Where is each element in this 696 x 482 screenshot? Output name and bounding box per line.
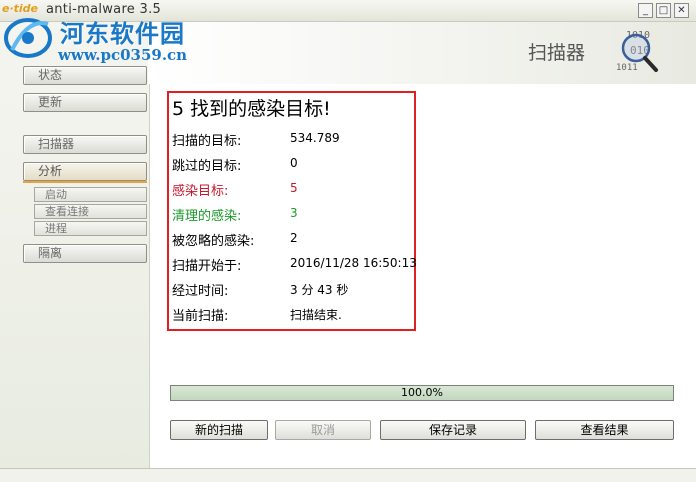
- infected-targets-value: 5: [290, 181, 298, 195]
- cancel-button[interactable]: 取消: [275, 420, 371, 440]
- progress-text: 100.0%: [401, 386, 443, 399]
- view-results-button[interactable]: 查看结果: [535, 420, 674, 440]
- results-heading: 5 找到的感染目标!: [172, 98, 331, 120]
- new-scan-button[interactable]: 新的扫描: [170, 420, 268, 440]
- sidebar-subitem-startup[interactable]: 启动: [34, 187, 147, 202]
- maximize-icon[interactable]: □: [656, 3, 671, 18]
- scan-start-label: 扫描开始于:: [172, 259, 242, 274]
- close-icon[interactable]: ✕: [674, 3, 689, 18]
- page-title: 扫描器: [528, 42, 586, 64]
- status-bar: [0, 468, 696, 482]
- elapsed-time-value: 3 分 43 秒: [290, 283, 349, 297]
- scan-start-value: 2016/11/28 16:50:13: [290, 256, 417, 270]
- current-scan-label: 当前扫描:: [172, 309, 229, 324]
- skipped-targets-value: 0: [290, 156, 298, 170]
- sidebar-item-quarantine[interactable]: 隔离: [23, 244, 147, 263]
- elapsed-time-label: 经过时间:: [172, 284, 229, 299]
- cleaned-infections-label: 清理的感染:: [172, 209, 242, 224]
- svg-text:1011: 1011: [616, 63, 638, 73]
- watermark-site-name: 河东软件园: [60, 20, 185, 48]
- sidebar-item-scanner[interactable]: 扫描器: [23, 135, 147, 154]
- watermark-url: www.pc0359.cn: [58, 46, 188, 64]
- sidebar-item-update[interactable]: 更新: [23, 93, 147, 112]
- infected-targets-label: 感染目标:: [172, 184, 229, 199]
- magnifier-binary-icon: 1010 010 1011: [616, 30, 658, 73]
- ignored-infections-label: 被忽略的感染:: [172, 234, 255, 249]
- sidebar-item-analysis[interactable]: 分析: [23, 162, 147, 183]
- save-log-button[interactable]: 保存记录: [380, 420, 526, 440]
- scanned-targets-value: 534.789: [290, 131, 340, 145]
- current-scan-value: 扫描结束.: [290, 308, 342, 322]
- cleaned-infections-value: 3: [290, 206, 298, 220]
- ignored-infections-value: 2: [290, 231, 298, 245]
- sidebar-item-status[interactable]: 状态: [23, 66, 147, 85]
- minimize-icon[interactable]: _: [638, 3, 653, 18]
- watermark-logo-icon: [4, 18, 52, 58]
- sidebar-subitem-connections[interactable]: 查看连接: [34, 204, 147, 219]
- skipped-targets-label: 跳过的目标:: [172, 159, 242, 174]
- sidebar-subitem-processes[interactable]: 进程: [34, 221, 147, 236]
- scanned-targets-label: 扫描的目标:: [172, 134, 242, 149]
- scan-progress-bar: 100.0%: [170, 385, 674, 401]
